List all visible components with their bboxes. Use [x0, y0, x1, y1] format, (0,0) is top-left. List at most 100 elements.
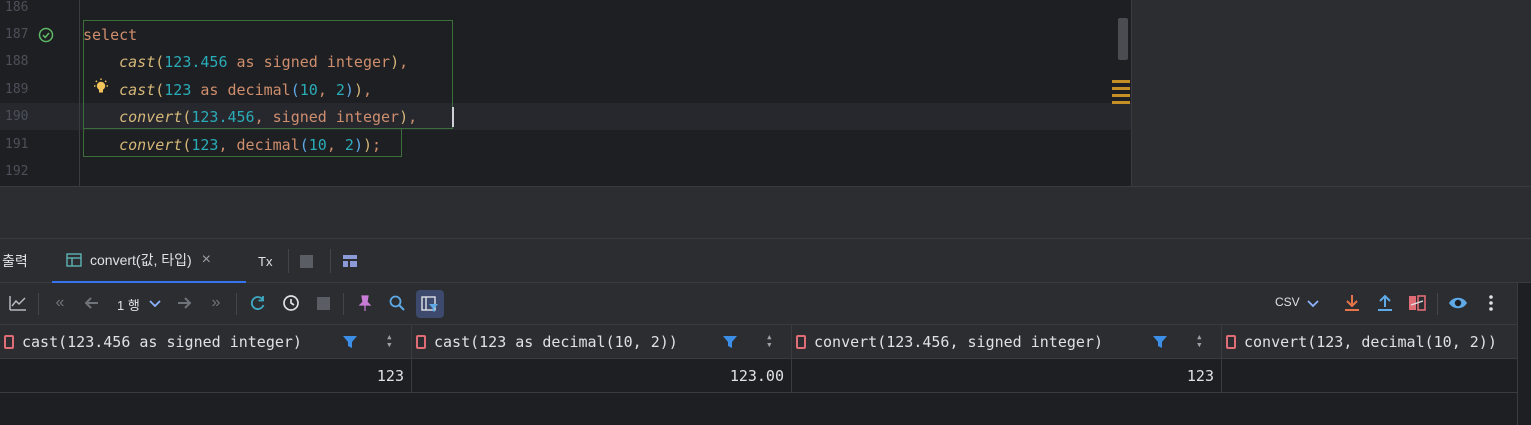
results-tab-bar: 출력 convert(값, 타입) × Tx [0, 239, 1531, 283]
filter-icon[interactable] [1152, 334, 1168, 350]
results-grid[interactable]: cast(123.456 as signed integer) ▴ ▾ cast(… [0, 325, 1531, 425]
code-token: 123 [191, 136, 219, 154]
column-header-label: convert(123, decimal(10, 2)) [1244, 333, 1497, 351]
editor-scrollbar-thumb[interactable] [1118, 18, 1128, 60]
line-number: 189 [5, 82, 29, 97]
tab-result-convert[interactable]: convert(값, 타입) × [52, 239, 246, 283]
last-page-icon[interactable]: » [206, 293, 226, 313]
code-token: ( [155, 81, 165, 99]
sort-icon[interactable]: ▴ ▾ [1196, 331, 1203, 350]
code-token: convert [119, 136, 183, 154]
eye-icon[interactable] [1448, 293, 1468, 313]
code-token: ) [390, 53, 400, 71]
pin-icon[interactable] [355, 293, 375, 313]
sort-icon[interactable]: ▴ ▾ [766, 331, 773, 350]
code-token: , [399, 53, 409, 71]
history-icon[interactable] [281, 293, 301, 313]
table-cell[interactable]: 123.00 [412, 359, 792, 393]
column-header[interactable]: cast(123.456 as signed integer) ▴ ▾ [0, 325, 412, 359]
filter-icon[interactable] [342, 334, 358, 350]
column-icon [796, 335, 806, 349]
column-icon [416, 335, 426, 349]
close-icon[interactable]: × [202, 251, 211, 269]
tx-label: Tx [258, 253, 273, 269]
line-number: 188 [5, 54, 29, 69]
separator [1437, 293, 1438, 315]
line-number: 192 [5, 164, 29, 179]
execution-success-icon[interactable] [38, 27, 54, 43]
code-token: , [317, 81, 336, 99]
line-number: 187 [5, 27, 29, 42]
stop-button[interactable] [300, 239, 316, 283]
filter-icon[interactable] [722, 334, 738, 350]
chart-icon[interactable] [8, 293, 28, 313]
filter-panel-icon [421, 296, 438, 312]
side-panel [1131, 0, 1531, 186]
filter-toggle-button[interactable] [416, 290, 444, 318]
search-icon[interactable] [387, 293, 407, 313]
tx-button[interactable]: Tx [258, 239, 278, 283]
chevron-down-icon[interactable] [147, 295, 163, 311]
table-cell[interactable]: 123 [0, 359, 412, 393]
column-header-label: cast(123.456 as signed integer) [22, 333, 302, 351]
table-cell[interactable] [1222, 359, 1517, 393]
code-token: 123.456 [191, 108, 255, 126]
layout-button[interactable] [342, 239, 360, 283]
code-token: ) [362, 136, 372, 154]
separator [288, 249, 289, 273]
code-token: 123 [164, 81, 192, 99]
code-token: 10 [299, 81, 318, 99]
first-page-icon[interactable]: « [50, 293, 70, 313]
code-token: cast [119, 81, 156, 99]
code-token: , decimal [218, 136, 300, 154]
table-cell[interactable]: 123 [792, 359, 1222, 393]
separator [330, 249, 331, 273]
code-line[interactable]: cast(123 as decimal(10, 2)), [83, 80, 372, 100]
separator [343, 293, 344, 315]
code-token: , [362, 81, 372, 99]
separator [236, 293, 237, 315]
column-header[interactable]: cast(123 as decimal(10, 2)) ▴ ▾ [412, 325, 792, 359]
tab-output-label: 출력 [2, 253, 28, 269]
row-count[interactable]: 1 행 [117, 295, 140, 314]
next-page-icon[interactable] [174, 293, 194, 313]
code-token: , signed integer [254, 108, 400, 126]
compare-icon[interactable] [1407, 293, 1427, 313]
download-icon[interactable] [1342, 293, 1362, 313]
chevron-down-icon[interactable] [1305, 295, 1321, 311]
table-icon [66, 253, 82, 267]
separator [38, 293, 39, 315]
code-line[interactable]: convert(123.456, signed integer), [83, 107, 417, 127]
export-format[interactable]: CSV [1275, 295, 1300, 309]
layout-icon [343, 255, 357, 267]
column-header[interactable]: convert(123.456, signed integer) ▴ ▾ [792, 325, 1222, 359]
code-line[interactable]: cast(123.456 as signed integer), [83, 52, 408, 72]
code-token: ) [399, 108, 409, 126]
code-token: ) [344, 81, 354, 99]
sort-icon[interactable]: ▴ ▾ [386, 331, 393, 350]
code-token: as decimal [191, 81, 291, 99]
results-toolbar: « 1 행 » CSV [0, 283, 1531, 325]
code-line[interactable]: select [83, 25, 137, 45]
grid-vertical-scrollbar[interactable] [1517, 283, 1531, 425]
upload-icon[interactable] [1375, 293, 1395, 313]
code-line[interactable]: convert(123, decimal(10, 2)); [83, 135, 381, 155]
sql-editor[interactable]: 186 187 188 189 190 191 192 select cast(… [0, 0, 1531, 186]
more-options-icon[interactable] [1481, 293, 1501, 313]
panel-splitter[interactable] [0, 186, 1531, 239]
code-token: select [83, 26, 138, 44]
lightbulb-icon[interactable] [92, 78, 110, 96]
code-token: ; [372, 136, 382, 154]
tab-result-label: convert(값, 타입) [90, 252, 192, 268]
refresh-icon[interactable] [248, 293, 268, 313]
code-token: 2 [344, 136, 354, 154]
prev-page-icon[interactable] [82, 293, 102, 313]
warning-markers[interactable] [1112, 80, 1130, 108]
column-header[interactable]: convert(123, decimal(10, 2)) [1222, 325, 1517, 359]
tab-output[interactable]: 출력 [2, 239, 42, 283]
stop-icon [316, 296, 330, 310]
cancel-query-button[interactable] [313, 293, 333, 313]
table-row[interactable]: 123 123.00 123 [0, 359, 1531, 393]
